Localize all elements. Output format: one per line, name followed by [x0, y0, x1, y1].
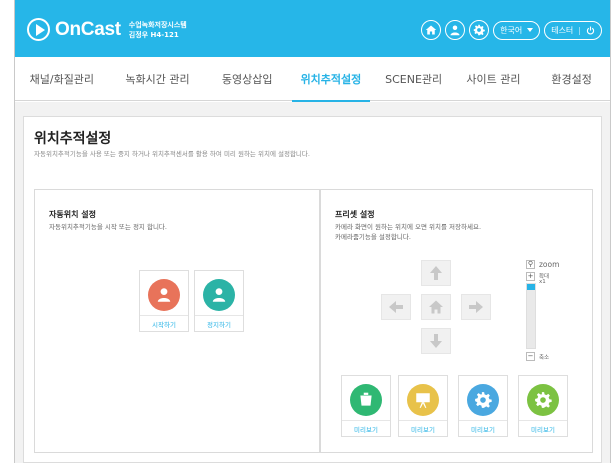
power-icon [586, 26, 595, 34]
tab-settings[interactable]: 환경설정 [533, 57, 610, 101]
arrow-up-icon [430, 266, 442, 280]
presentation-icon [416, 393, 430, 408]
preset-4-label: 미리보기 [519, 420, 567, 436]
preset-3-icon-circle [467, 384, 499, 416]
tab-recording-time[interactable]: 녹화시간 관리 [109, 57, 207, 101]
home-icon [429, 300, 443, 314]
preset-2-icon-circle [407, 384, 439, 416]
tab-position-tracking[interactable]: 위치추적설정 [288, 57, 374, 102]
preset-3-label: 미리보기 [459, 420, 507, 436]
arrow-right-icon [469, 301, 483, 313]
logo[interactable]: OnCast 수업녹화저장시스템 김정우 H4-121 [27, 18, 187, 41]
chevron-down-icon [527, 28, 534, 32]
home-position-button[interactable] [421, 294, 451, 320]
tab-video-insert[interactable]: 동영상삽입 [206, 57, 288, 101]
zoom-label: zoom [539, 260, 560, 269]
page-description: 자동위치추적기능을 사용 또는 중지 하거나 위치추적센서를 활용 하여 미리 … [34, 150, 310, 158]
user-icon [450, 25, 460, 36]
stop-icon-circle [203, 279, 235, 311]
header-actions: 한국어 테스터 | [421, 20, 602, 40]
auto-position-panel: 자동위치 설정 자동위치추적기능을 시작 또는 정지 합니다. 시작하기 정지하… [34, 189, 320, 453]
zoom-level-label: x1 [539, 279, 546, 285]
main-nav: 채널/화질관리 녹화시간 관리 동영상삽입 위치추적설정 SCENE관리 사이트… [15, 57, 610, 102]
start-icon-circle [148, 279, 180, 311]
system-name: 수업녹화저장시스템 [128, 20, 187, 29]
user-button[interactable] [445, 20, 466, 40]
room-name: 김정우 H4-121 [128, 30, 179, 39]
preset-description-line2: 카메라줌기능을 설정합니다. [335, 233, 411, 241]
home-button[interactable] [421, 20, 442, 40]
person-icon [212, 288, 226, 302]
pan-right-button[interactable] [461, 294, 491, 320]
start-label: 시작하기 [140, 315, 188, 331]
gear-icon [535, 392, 552, 408]
camera-icon [360, 392, 372, 406]
user-name: 테스터 [551, 25, 574, 35]
zoom-search-icon: ⚲ [526, 260, 535, 269]
zoom-min-label: 축소 [539, 355, 550, 361]
pan-down-button[interactable] [421, 328, 451, 354]
preset-panel: 프리셋 설정 카메라 화면이 원하는 위치에 오면 위치를 저장하세요. 카메라… [320, 189, 593, 453]
gear-icon [475, 392, 492, 408]
preset-1-label: 미리보기 [342, 420, 390, 436]
language-select[interactable]: 한국어 [493, 20, 541, 40]
pan-up-button[interactable] [421, 260, 451, 286]
preset-4-icon-circle [527, 384, 559, 416]
preset-description: 카메라 화면이 원하는 위치에 오면 위치를 저장하세요. 카메라줌기능을 설정… [335, 222, 575, 242]
preset-title: 프리셋 설정 [335, 210, 375, 219]
system-subtitle: 수업녹화저장시스템 김정우 H4-121 [129, 20, 187, 40]
home-icon [425, 25, 437, 35]
auto-position-description: 자동위치추적기능을 시작 또는 정지 합니다. [49, 223, 167, 231]
preset-1-button[interactable]: 미리보기 [341, 375, 391, 437]
person-tracking-icon [157, 288, 171, 302]
gear-icon [473, 24, 485, 36]
language-value: 한국어 [500, 25, 523, 35]
stop-tracking-button[interactable]: 정지하기 [194, 270, 244, 332]
preset-2-button[interactable]: 미리보기 [398, 375, 448, 437]
arrow-down-icon [430, 334, 442, 348]
preset-4-button[interactable]: 미리보기 [518, 375, 568, 437]
tab-scene-management[interactable]: SCENE관리 [374, 57, 454, 101]
tab-channel-quality[interactable]: 채널/화질관리 [15, 57, 109, 101]
zoom-out-button[interactable]: − [526, 352, 535, 361]
user-logout-button[interactable]: 테스터 | [544, 20, 602, 40]
zoom-slider-fill [527, 284, 535, 291]
app-name: OnCast [55, 18, 121, 40]
settings-button[interactable] [469, 20, 490, 40]
zoom-slider[interactable] [526, 283, 536, 349]
app-window: OnCast 수업녹화저장시스템 김정우 H4-121 한국어 테스터 | 채널… [14, 0, 611, 463]
tab-site-management[interactable]: 사이트 관리 [454, 57, 534, 101]
stop-label: 정지하기 [195, 315, 243, 331]
pan-left-button[interactable] [381, 294, 411, 320]
auto-position-title: 자동위치 설정 [49, 210, 96, 219]
content-area: 위치추적설정 자동위치추적기능을 사용 또는 중지 하거나 위치추적센서를 활용… [15, 102, 610, 463]
page-title: 위치추적설정 [34, 131, 112, 147]
play-icon [27, 18, 50, 41]
divider: | [578, 25, 581, 35]
start-tracking-button[interactable]: 시작하기 [139, 270, 189, 332]
preset-3-button[interactable]: 미리보기 [458, 375, 508, 437]
top-header: OnCast 수업녹화저장시스템 김정우 H4-121 한국어 테스터 | [15, 0, 610, 57]
zoom-in-button[interactable]: + [526, 272, 535, 281]
arrow-left-icon [389, 301, 403, 313]
preset-2-label: 미리보기 [399, 420, 447, 436]
preset-1-icon-circle [350, 384, 382, 416]
preset-description-line1: 카메라 화면이 원하는 위치에 오면 위치를 저장하세요. [335, 223, 482, 231]
settings-card: 위치추적설정 자동위치추적기능을 사용 또는 중지 하거나 위치추적센서를 활용… [23, 116, 602, 463]
